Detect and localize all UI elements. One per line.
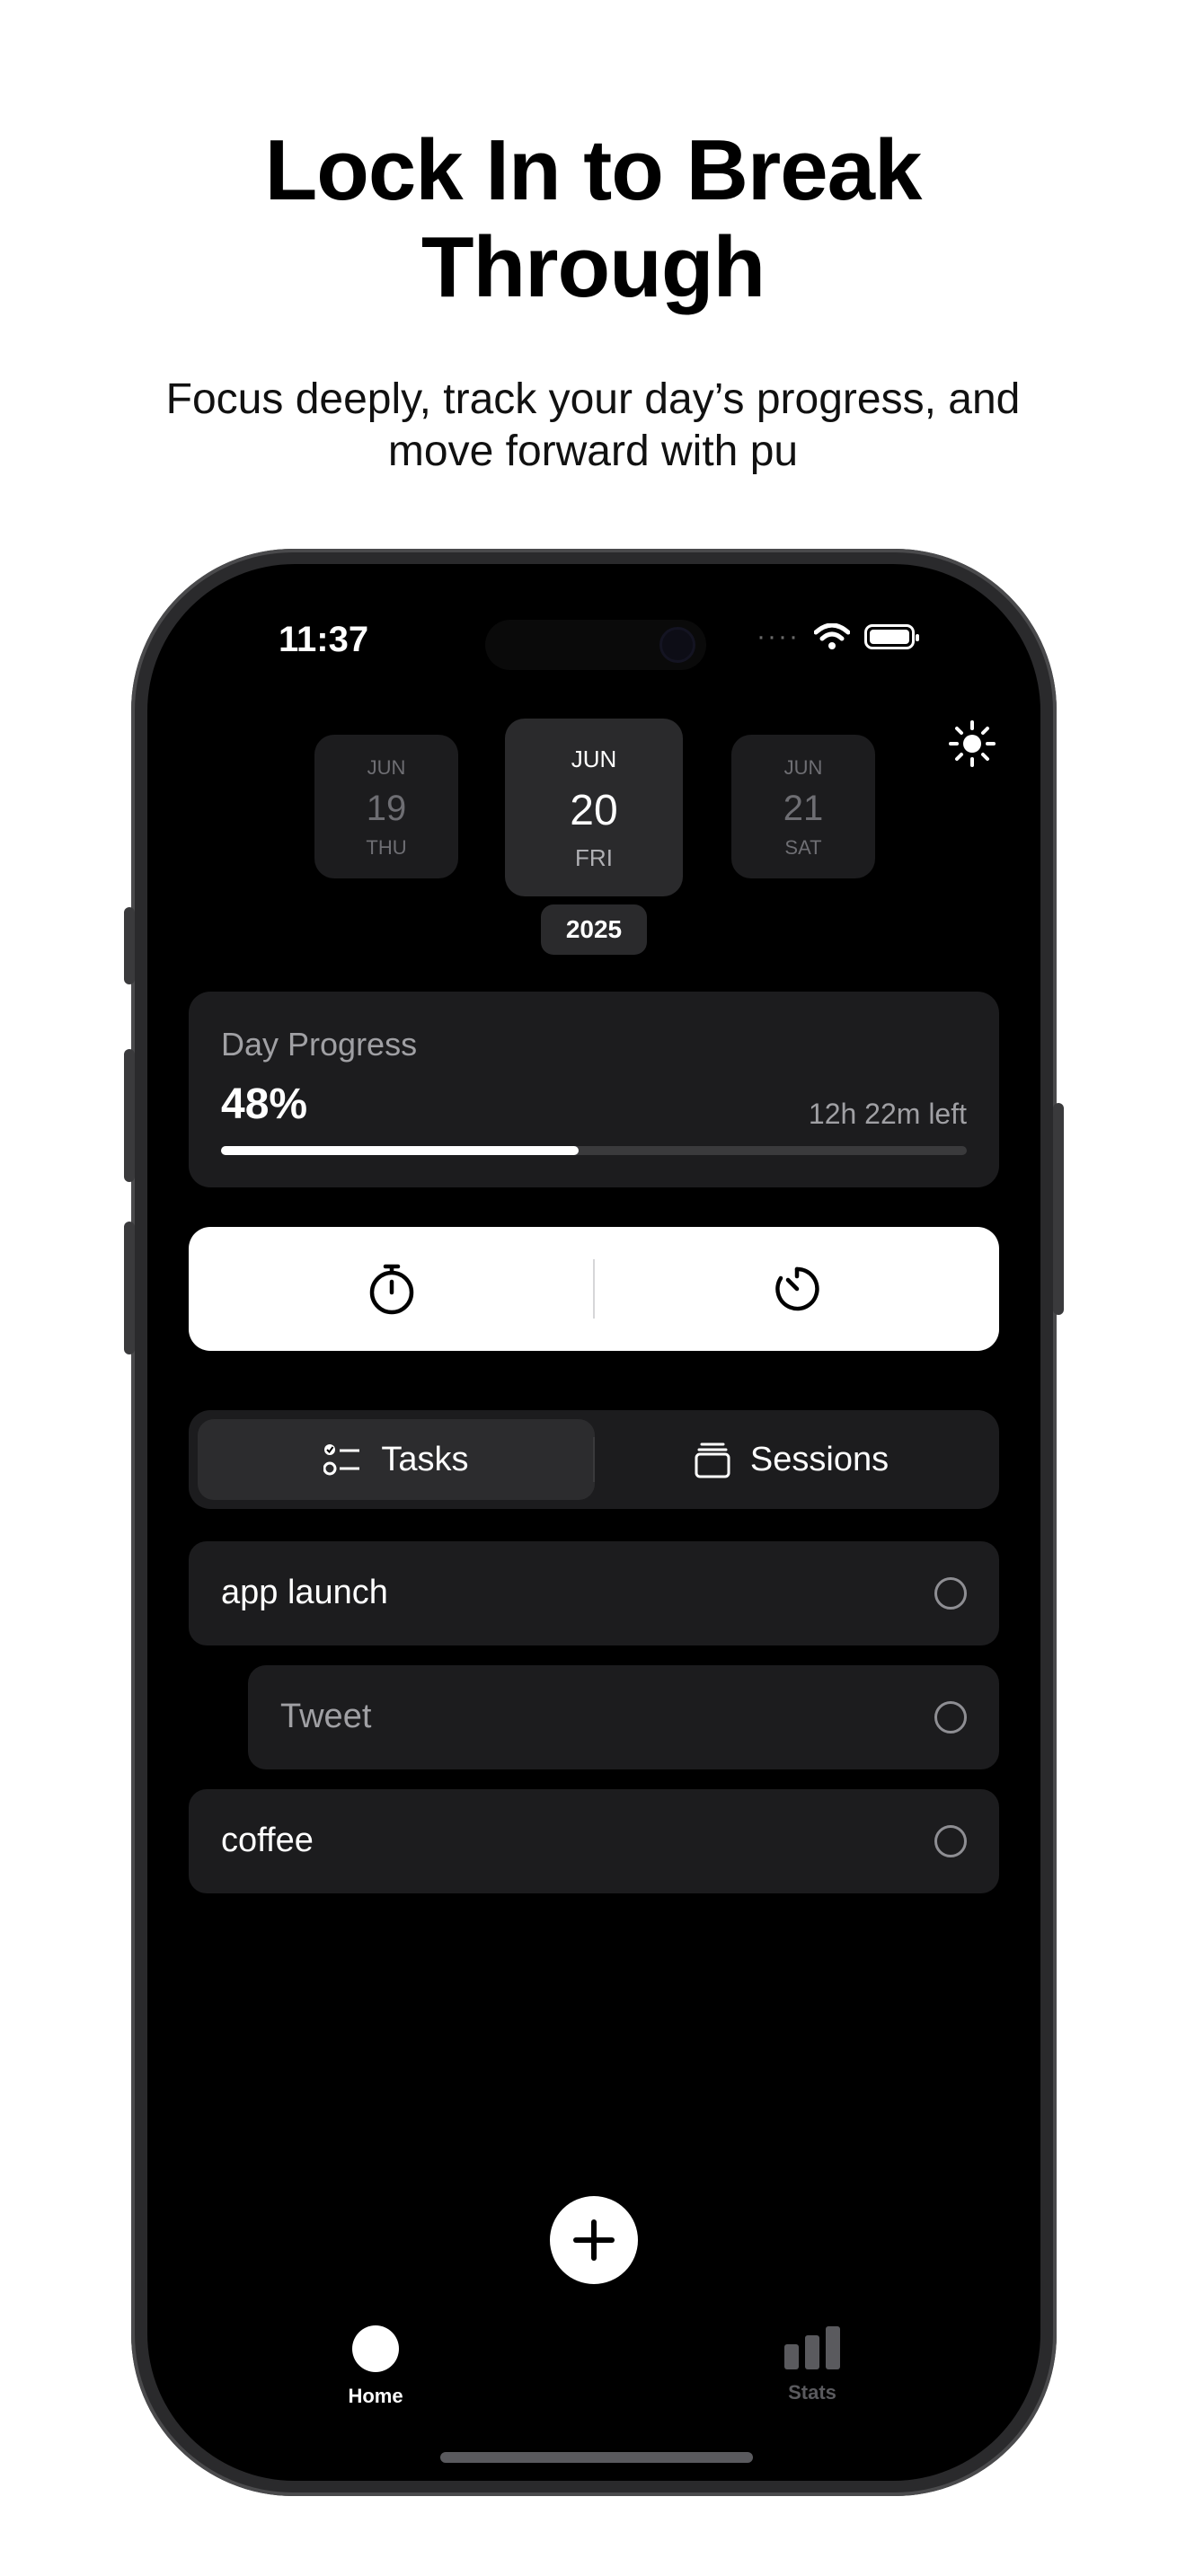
- day-progress-card: Day Progress 48% 12h 22m left: [189, 992, 999, 1187]
- hero-title-line-1: Lock In to Break: [264, 122, 923, 218]
- stopwatch-button[interactable]: [189, 1227, 594, 1351]
- tab-stats[interactable]: Stats: [758, 2325, 866, 2404]
- task-label: Tweet: [280, 1698, 372, 1735]
- tab-sessions-label: Sessions: [749, 1440, 890, 1478]
- task-label: app launch: [221, 1574, 388, 1611]
- date-tile-selected[interactable]: JUN 20 FRI: [505, 719, 683, 896]
- battery-icon: [864, 624, 919, 649]
- task-checkbox[interactable]: [934, 1825, 967, 1857]
- home-indicator: [440, 2452, 753, 2463]
- date-weekday: SAT: [784, 836, 822, 859]
- signal-dots-icon: ····: [757, 622, 800, 651]
- timer-button[interactable]: [594, 1227, 999, 1351]
- bar-chart-icon: [784, 2326, 840, 2369]
- tab-stats-label: Stats: [788, 2381, 836, 2404]
- tab-home-label: Home: [348, 2385, 403, 2407]
- app-screen: 11:37 ···· JUN 19 THU JUN 20 FRI JUN 21 …: [147, 564, 1040, 2481]
- task-item[interactable]: coffee: [189, 1789, 999, 1893]
- stopwatch-icon: [369, 1264, 413, 1315]
- tab-tasks[interactable]: Tasks: [198, 1419, 595, 1500]
- date-month: JUN: [367, 756, 406, 779]
- date-tile-next[interactable]: JUN 21 SAT: [731, 735, 875, 878]
- sun-icon[interactable]: [947, 719, 997, 769]
- date-weekday: THU: [366, 836, 407, 859]
- subtask-item[interactable]: Tweet: [248, 1665, 999, 1769]
- tab-home[interactable]: Home: [322, 2325, 429, 2408]
- phone-volume-up: [124, 1049, 135, 1182]
- tab-sessions[interactable]: Sessions: [593, 1419, 990, 1500]
- date-tile-prev[interactable]: JUN 19 THU: [314, 735, 458, 878]
- status-icons: ····: [757, 622, 919, 652]
- day-progress-percent: 48%: [221, 1081, 308, 1128]
- date-month: JUN: [783, 756, 823, 779]
- task-label: coffee: [221, 1822, 314, 1859]
- circle-icon: [352, 2325, 399, 2372]
- hero-subtitle: Focus deeply, track your day’s progress,…: [108, 374, 1078, 478]
- hero-title-line-2: Through: [420, 219, 766, 315]
- date-day: 20: [570, 787, 618, 834]
- day-progress-fill: [221, 1146, 580, 1155]
- date-weekday: FRI: [575, 844, 613, 871]
- date-day: 21: [783, 789, 824, 828]
- hero-subtitle-line-2: move forward with pu: [387, 428, 799, 475]
- day-progress-track: [221, 1146, 967, 1155]
- checklist-icon: [323, 1444, 360, 1476]
- tasks-sessions-toggle: Tasks Sessions: [189, 1410, 999, 1509]
- wifi-icon: [814, 623, 850, 649]
- day-progress-time-left: 12h 22m left: [808, 1098, 967, 1130]
- date-day: 19: [366, 789, 407, 828]
- timer-icon: [774, 1266, 819, 1311]
- year-pill[interactable]: 2025: [541, 904, 647, 955]
- hero-title: Lock In to Break Through: [0, 122, 1186, 316]
- task-checkbox[interactable]: [934, 1577, 967, 1610]
- phone-volume-down: [124, 1222, 135, 1354]
- date-month: JUN: [571, 745, 617, 772]
- front-camera: [659, 627, 695, 663]
- plus-icon: [573, 2219, 615, 2261]
- tab-tasks-label: Tasks: [381, 1440, 469, 1478]
- day-progress-title: Day Progress: [221, 1026, 418, 1063]
- phone-power-button: [1053, 1103, 1064, 1315]
- task-checkbox[interactable]: [934, 1701, 967, 1734]
- add-task-button[interactable]: [550, 2196, 638, 2284]
- timer-mode-bar: [189, 1227, 999, 1351]
- task-item[interactable]: app launch: [189, 1541, 999, 1645]
- stack-icon: [695, 1442, 730, 1478]
- status-time: 11:37: [279, 620, 369, 659]
- phone-mute-switch: [124, 907, 135, 984]
- hero-subtitle-line-1: Focus deeply, track your day’s progress,…: [165, 375, 1021, 423]
